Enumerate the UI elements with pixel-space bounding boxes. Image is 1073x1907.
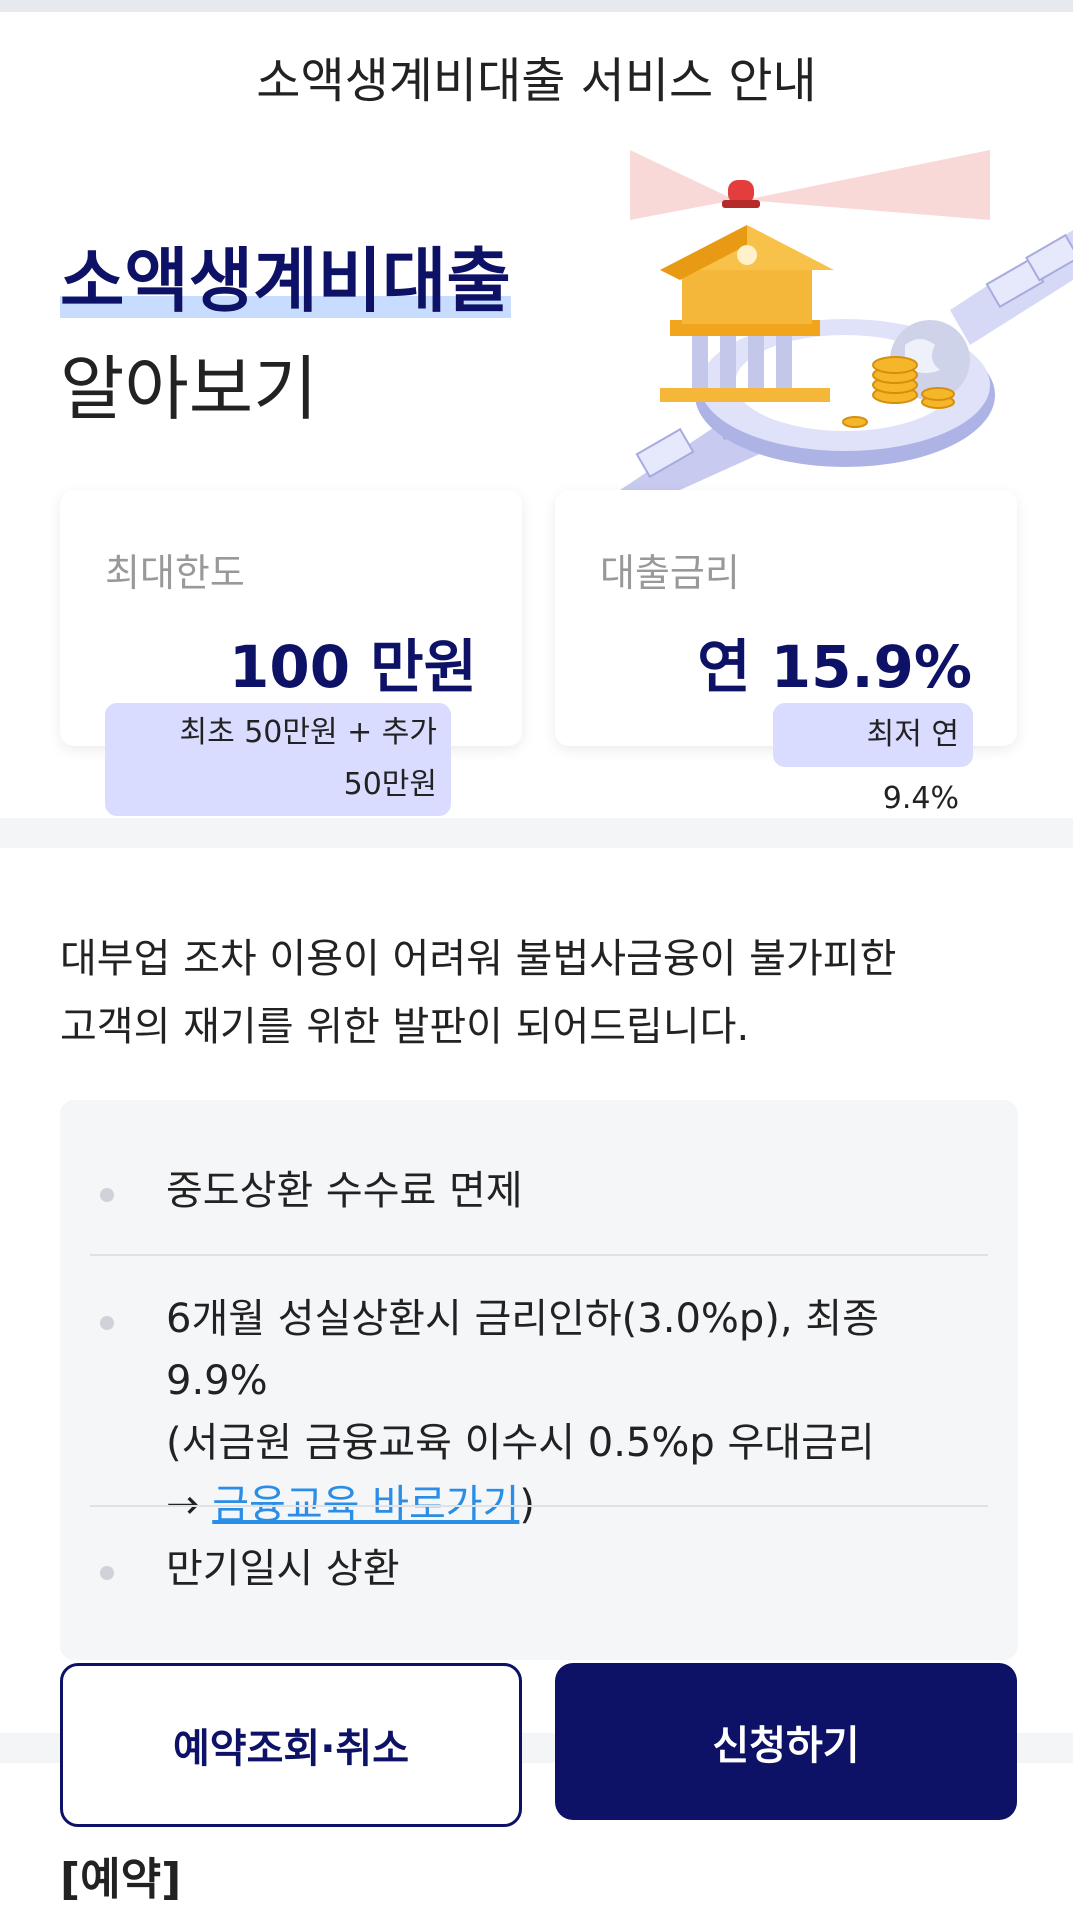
reservation-heading: [예약]: [60, 1854, 182, 1905]
max-limit-badge-line1: 최초 50만원 + 추가: [179, 715, 437, 750]
section-separator: [0, 818, 1073, 848]
benefits-box: 중도상환 수수료 면제 6개월 성실상환시 금리인하(3.0%p), 최종 9.…: [60, 1100, 1018, 1660]
page-title: 소액생계비대출 서비스 안내: [0, 12, 1073, 140]
bullet-icon: [100, 1566, 114, 1580]
alarm-light-icon: [722, 180, 760, 208]
max-limit-value: 100 만원: [229, 633, 477, 701]
alarm-beam-left: [630, 150, 735, 220]
description-line-2: 고객의 재기를 위한 발판이 되어드립니다.: [60, 1004, 750, 1050]
benefit-item-3-text: 만기일시 상환: [166, 1546, 400, 1592]
service-description: 대부업 조차 이용이 어려워 불법사금융이 불가피한 고객의 재기를 위한 발판…: [60, 925, 1020, 1061]
divider: [90, 1505, 988, 1507]
apply-button[interactable]: 신청하기: [555, 1663, 1017, 1820]
interest-rate-value: 연 15.9%: [697, 633, 972, 701]
alarm-beam-right: [745, 150, 990, 220]
max-limit-label: 최대한도: [105, 551, 245, 595]
top-border: [0, 0, 1073, 12]
benefit-item-2-line1: 6개월 성실상환시 금리인하(3.0%p), 최종 9.9%: [166, 1296, 879, 1404]
max-limit-badge: 최초 50만원 + 추가 50만원: [105, 703, 451, 816]
benefit-item-2-text: 6개월 성실상환시 금리인하(3.0%p), 최종 9.9% (서금원 금융교육…: [166, 1288, 986, 1536]
hero-title-text: 소액생계비대출: [60, 240, 511, 322]
bullet-icon: [100, 1316, 114, 1330]
benefit-item-1-text: 중도상환 수수료 면제: [166, 1168, 523, 1214]
hero-subtitle: 알아보기: [60, 348, 318, 430]
hero-title: 소액생계비대출: [60, 225, 511, 326]
max-limit-badge-line2: 50만원: [343, 767, 437, 802]
reserve-check-cancel-button[interactable]: 예약조회·취소: [60, 1663, 522, 1827]
bank-illustration: [620, 150, 1073, 490]
bullet-icon: [100, 1188, 114, 1202]
description-line-1: 대부업 조차 이용이 어려워 불법사금융이 불가피한: [60, 936, 897, 982]
divider: [90, 1254, 988, 1256]
benefit-item-2-line2: (서금원 금융교육 이수시 0.5%p 우대금리: [166, 1420, 875, 1466]
interest-rate-badge: 최저 연 9.4%: [773, 703, 973, 816]
interest-rate-label: 대출금리: [600, 551, 740, 595]
